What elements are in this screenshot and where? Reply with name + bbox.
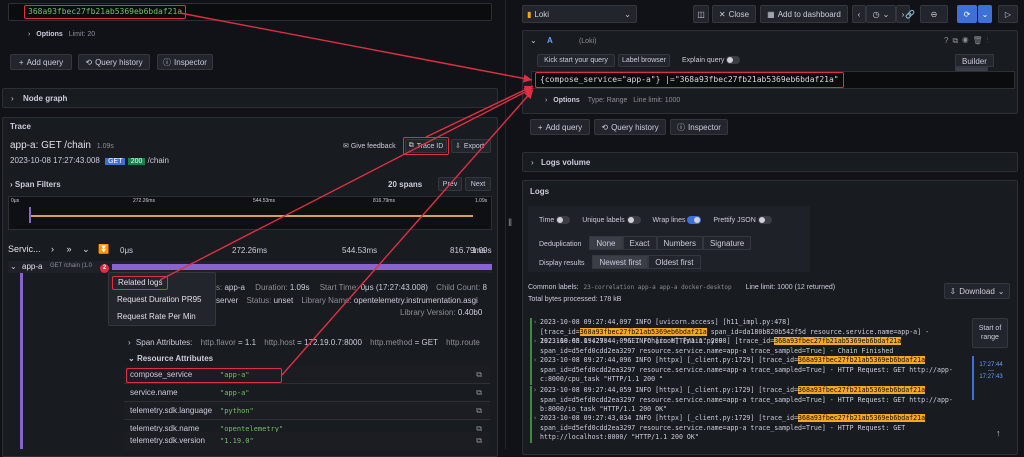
arrow-query-to-query [179,12,533,83]
arrow-compose-to-query [281,89,534,376]
arrow-traceid-to-query [425,85,534,138]
annotation-arrows [159,12,534,376]
arrow-related-logs-to-query [159,87,534,281]
